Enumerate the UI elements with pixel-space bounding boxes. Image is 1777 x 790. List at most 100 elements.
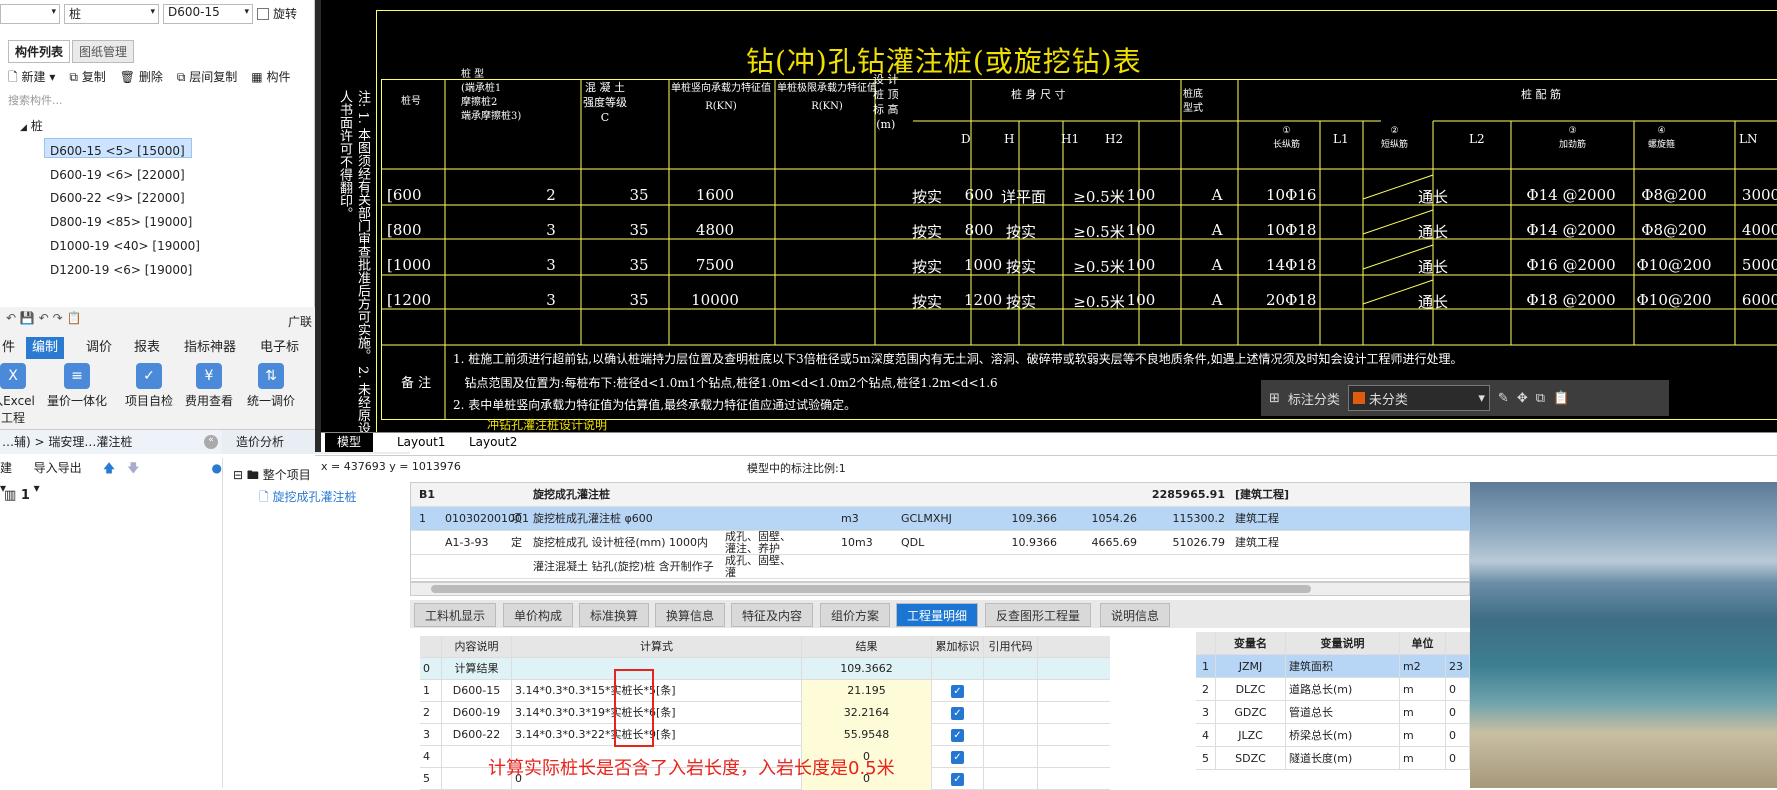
cell-n[interactable]: 0	[420, 658, 442, 680]
table-row[interactable]: 4JLZC桥梁总长(m)m0	[1196, 724, 1470, 747]
list-item[interactable]: D600-15 <5> [15000]	[50, 140, 200, 164]
table-row[interactable]: 5SDZC隧道长度(m)m0	[1196, 747, 1470, 770]
cell-n[interactable]: 5	[1196, 747, 1216, 770]
cell-price[interactable]: 1054.26	[1061, 507, 1141, 531]
cell-v[interactable]: 0	[1446, 747, 1470, 770]
cell-cat[interactable]: 建筑工程	[1231, 507, 1341, 531]
cell-unit[interactable]: 10m3	[837, 531, 881, 555]
cell-name[interactable]: GDZC	[1216, 701, 1286, 724]
cell-check[interactable]: ✓	[932, 702, 984, 724]
table-row[interactable]: 3D600-223.14*0.3*0.3*22*实桩长*9[条]55.9548✓	[420, 724, 1110, 746]
cell-check[interactable]: ✓	[932, 768, 984, 790]
cell-desc[interactable]: 建筑面积	[1286, 655, 1400, 678]
cell-v[interactable]: 0	[1446, 724, 1470, 747]
cell-feature[interactable]: 成孔、固壁、灌注、养护	[721, 531, 805, 555]
cell-qty[interactable]: 109.366	[981, 507, 1061, 531]
cell-no[interactable]: B1	[415, 483, 435, 507]
table-row[interactable]: 2D600-193.14*0.3*0.3*19*实桩长*6[条]32.2164✓	[420, 702, 1110, 724]
tab-adjust-price[interactable]: 调价	[80, 337, 118, 359]
tab-model[interactable]: 模型	[325, 433, 373, 452]
unified-adjust-button[interactable]: ⇅统一调价	[236, 363, 306, 409]
copy-icon[interactable]: ⧉	[1536, 391, 1545, 406]
cell-name[interactable]: 旋挖桩成孔灌注桩 φ600	[529, 507, 719, 531]
cell-unit[interactable]: m	[1400, 678, 1446, 701]
cell-desc[interactable]: 管道总长	[1286, 701, 1400, 724]
cell-price[interactable]: 4665.69	[1061, 531, 1141, 555]
cell-code[interactable]	[984, 680, 1038, 702]
tab-layout1[interactable]: Layout1	[385, 433, 457, 452]
cell-res[interactable]: 21.195	[802, 680, 932, 702]
cell-formula[interactable]	[897, 483, 977, 507]
undo-icon[interactable]: ↶	[39, 311, 49, 325]
cell-check[interactable]	[932, 658, 984, 680]
horizontal-scrollbar[interactable]	[410, 582, 1470, 596]
tab-detail-5[interactable]: 组价方案	[820, 603, 890, 627]
cell-formula[interactable]	[897, 555, 977, 579]
tree-root[interactable]: ◢ 桩	[20, 117, 43, 134]
cell-desc[interactable]: D600-22	[442, 724, 512, 746]
table-row[interactable]: 1D600-153.14*0.3*0.3*15*实桩长*5[条]21.195✓	[420, 680, 1110, 702]
table-row[interactable]: 3GDZC管道总长m0	[1196, 701, 1470, 724]
cell-unit[interactable]: m	[1400, 724, 1446, 747]
cell-qty[interactable]	[981, 555, 1061, 579]
tab-file[interactable]: 件	[0, 337, 21, 359]
table-row[interactable]: 2DLZC道路总长(m)m0	[1196, 678, 1470, 701]
cell-total[interactable]	[1141, 555, 1229, 579]
cell-unit[interactable]	[837, 555, 881, 579]
undo-icon[interactable]: ↶	[6, 311, 16, 325]
checkbox-checked-icon[interactable]: ✓	[951, 707, 964, 720]
fee-view-button[interactable]: ¥费用查看	[174, 363, 244, 409]
annotation-class-select[interactable]: 未分类▾	[1348, 385, 1490, 411]
cell-expr[interactable]	[512, 658, 802, 680]
cell-name[interactable]: 旋挖成孔灌注桩	[529, 483, 719, 507]
table-row[interactable]: 1010302001001项旋挖桩成孔灌注桩 φ600m3GCLMXHJ109.…	[411, 507, 1471, 531]
checkbox-checked-icon[interactable]: ✓	[951, 729, 964, 742]
cell-cat[interactable]	[1231, 555, 1341, 579]
cell-expr[interactable]: 3.14*0.3*0.3*15*实桩长*5[条]	[512, 680, 802, 702]
cell-n[interactable]: 5	[420, 768, 442, 790]
table-row[interactable]: B1旋挖成孔灌注桩2285965.91[建筑工程]	[411, 483, 1471, 507]
table-row[interactable]: 1JZMJ建筑面积m223	[1196, 655, 1470, 678]
cell-unit[interactable]: m	[1400, 701, 1446, 724]
cell-cat[interactable]: 建筑工程	[1231, 531, 1341, 555]
tab-drawing-manage[interactable]: 图纸管理	[72, 40, 134, 63]
cell-n[interactable]: 2	[1196, 678, 1216, 701]
table-row[interactable]: 灌注混凝土 钻孔(旋挖)桩 含开制作子成孔、固壁、灌	[411, 555, 1471, 579]
cell-code[interactable]	[984, 658, 1038, 680]
list-item[interactable]: D600-19 <6> [22000]	[50, 164, 200, 188]
tab-detail-0[interactable]: 工料机显示	[414, 603, 496, 627]
save-icon[interactable]: 💾	[20, 311, 35, 325]
cell-v[interactable]: 23	[1446, 655, 1470, 678]
list-item[interactable]: D600-22 <9> [22000]	[50, 187, 200, 211]
cell-code[interactable]	[984, 724, 1038, 746]
cell-no[interactable]	[415, 531, 435, 555]
cell-n[interactable]: 3	[1196, 701, 1216, 724]
cell-total[interactable]: 2285965.91	[1141, 483, 1229, 507]
clipboard-icon[interactable]: 📋	[66, 311, 81, 325]
tab-detail-4[interactable]: 特征及内容	[731, 603, 813, 627]
cell-feature[interactable]: 成孔、固壁、灌	[721, 555, 805, 579]
tab-component-list[interactable]: 构件列表	[8, 40, 70, 63]
copy-button[interactable]: ⧉ 复制	[69, 68, 105, 89]
cell-expr[interactable]: 3.14*0.3*0.3*22*实桩长*9[条]	[512, 724, 802, 746]
grid-icon[interactable]: ⊞	[1269, 391, 1280, 406]
cell-v[interactable]: 0	[1446, 678, 1470, 701]
cell-desc[interactable]: 计算结果	[442, 658, 512, 680]
tab-detail-7[interactable]: 反查图形工程量	[985, 603, 1091, 627]
tab-detail-2[interactable]: 标准换算	[579, 603, 649, 627]
cell-feature[interactable]	[721, 507, 805, 531]
cell-v[interactable]: 0	[1446, 701, 1470, 724]
cell-code[interactable]	[984, 768, 1038, 790]
cell-total[interactable]: 51026.79	[1141, 531, 1229, 555]
delete-button[interactable]: 🗑 删除	[120, 68, 163, 89]
cell-name[interactable]: SDZC	[1216, 747, 1286, 770]
tab-report[interactable]: 报表	[128, 337, 166, 359]
component-combo[interactable]: D600-15▾	[163, 4, 253, 24]
cell-price[interactable]	[1061, 483, 1141, 507]
rotate-checkbox[interactable]	[257, 8, 269, 20]
cell-res[interactable]: 55.9548	[802, 724, 932, 746]
type-combo[interactable]: 桩▾	[64, 4, 159, 24]
cad-viewer[interactable]: 钻(冲)孔钻灌注桩(或旋挖钻)表 注: 1. 本图须经有关部门审查批准后方可实施…	[315, 0, 1777, 452]
cell-formula[interactable]: GCLMXHJ	[897, 507, 977, 531]
paste-icon[interactable]: 📋	[1553, 391, 1569, 406]
